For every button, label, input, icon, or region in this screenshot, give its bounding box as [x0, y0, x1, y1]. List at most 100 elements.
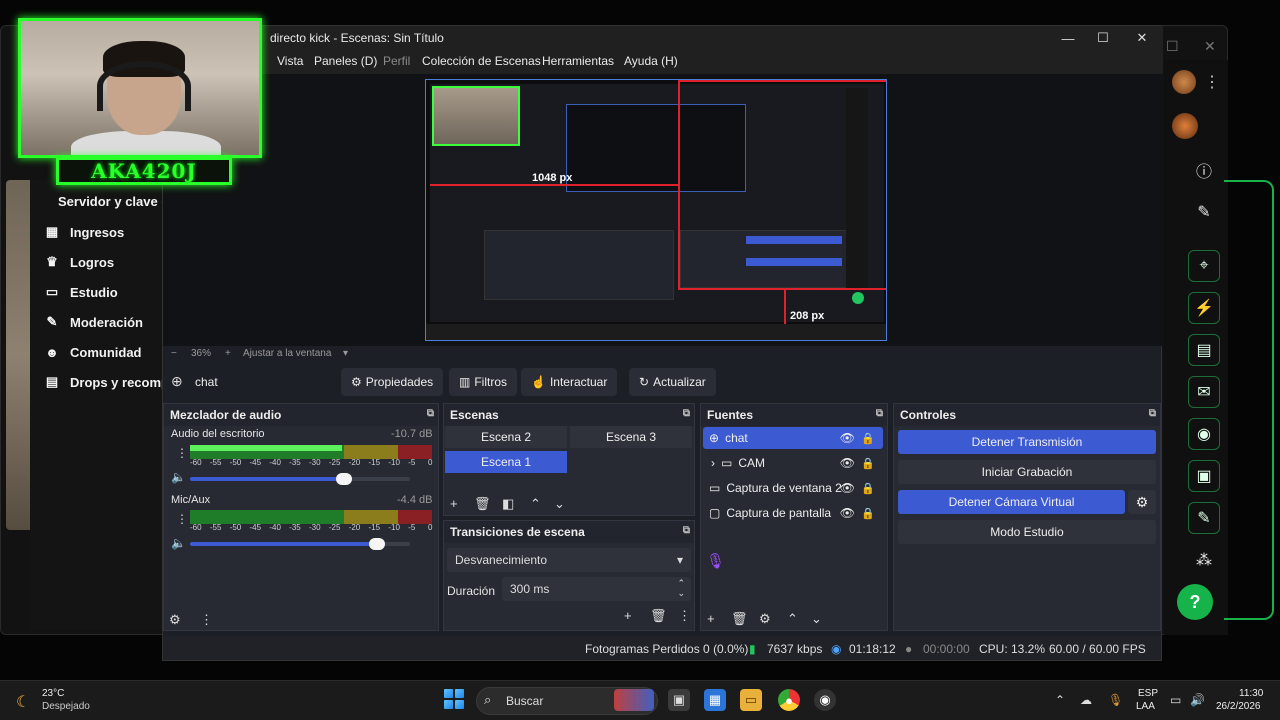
chevron-right-icon[interactable]: ›: [711, 456, 715, 470]
visibility-icon[interactable]: 👁: [840, 431, 855, 445]
language-indicator[interactable]: ESP: [1138, 688, 1158, 699]
scene-item[interactable]: Escena 3: [570, 426, 692, 448]
trash-icon[interactable]: 🗑: [474, 496, 491, 512]
volume-icon[interactable]: 🔈: [171, 470, 186, 484]
sidebar-item-drops[interactable]: ▤ Drops y recomp: [44, 374, 169, 390]
properties-button[interactable]: ⚙ Propiedades: [341, 368, 444, 396]
chrome-icon[interactable]: ●: [778, 689, 800, 711]
maximize-icon[interactable]: ☐: [1088, 29, 1118, 47]
duration-spinbox[interactable]: 300 ms ⌃ ⌄: [502, 577, 691, 601]
arrow-down-icon[interactable]: ⌄: [554, 496, 565, 512]
sidebar-item-logros[interactable]: ♛ Logros: [44, 254, 114, 270]
lock-icon[interactable]: 🔒: [861, 432, 875, 445]
close-icon[interactable]: ✕: [1127, 29, 1157, 47]
weather-description[interactable]: Despejado: [42, 701, 90, 712]
add-icon[interactable]: +: [707, 611, 715, 626]
zoom-in-icon[interactable]: +: [225, 348, 231, 359]
more-icon[interactable]: ⋮: [176, 446, 188, 460]
fit-window-select[interactable]: Ajustar a la ventana: [243, 348, 331, 359]
virtual-camera-settings-icon[interactable]: ⚙: [1128, 490, 1156, 514]
add-icon[interactable]: +: [624, 608, 632, 623]
cloud-icon[interactable]: ☁: [1080, 693, 1092, 707]
keyboard-layout[interactable]: LAA: [1136, 701, 1155, 712]
source-item-window-capture[interactable]: ▭ Captura de ventana 2 👁 🔒: [703, 477, 883, 499]
task-view-icon[interactable]: ▣: [668, 689, 690, 711]
transition-select[interactable]: Desvanecimiento ▾: [447, 548, 691, 572]
menu-vista[interactable]: Vista: [277, 54, 303, 68]
volume-icon[interactable]: 🔈: [171, 536, 186, 550]
arrow-up-icon[interactable]: ⌃: [530, 496, 541, 512]
broadcast-icon[interactable]: ◉: [1188, 418, 1220, 450]
volume-slider[interactable]: [190, 473, 410, 485]
close-icon[interactable]: ✕: [1204, 38, 1216, 55]
source-item-cam[interactable]: › ▭ CAM 👁 🔒: [703, 452, 883, 474]
more-icon[interactable]: ⋮: [200, 612, 213, 628]
filter-icon[interactable]: ◧: [502, 496, 514, 512]
windows-start-icon[interactable]: [444, 689, 464, 709]
add-icon[interactable]: +: [450, 496, 458, 511]
store-icon[interactable]: ▦: [704, 689, 726, 711]
avatar[interactable]: [1172, 70, 1196, 94]
sidebar-item-estudio[interactable]: ▭ Estudio: [44, 284, 118, 300]
zoom-out-icon[interactable]: −: [171, 348, 177, 359]
scene-item-active[interactable]: Escena 1: [445, 451, 567, 473]
slider-knob[interactable]: [336, 473, 352, 485]
advanced-audio-icon[interactable]: ⚙: [169, 612, 181, 628]
menu-ayuda[interactable]: Ayuda (H): [624, 54, 678, 68]
sidebar-item-comunidad[interactable]: ☻ Comunidad: [44, 344, 141, 360]
maximize-icon[interactable]: ☐: [1166, 38, 1179, 55]
stop-stream-button[interactable]: Detener Transmisión: [898, 430, 1156, 454]
popout-icon[interactable]: ⧉: [1149, 408, 1156, 419]
display-icon[interactable]: ▭: [1170, 693, 1181, 707]
menu-paneles[interactable]: Paneles (D): [314, 54, 377, 68]
speaker-icon[interactable]: 🔊: [1190, 693, 1205, 707]
more-icon[interactable]: ⋮: [176, 512, 188, 526]
folder-icon[interactable]: ▭: [740, 689, 762, 711]
moon-icon[interactable]: ☾: [16, 692, 30, 712]
lock-icon[interactable]: 🔒: [861, 457, 875, 470]
more-icon[interactable]: ⋮: [1204, 72, 1220, 92]
arrow-down-icon[interactable]: ⌄: [811, 611, 822, 627]
selection-box[interactable]: [678, 80, 886, 290]
menu-perfil[interactable]: Perfil: [383, 54, 410, 68]
lock-icon[interactable]: 🔒: [861, 482, 875, 495]
microphone-icon[interactable]: 🎙: [1108, 693, 1123, 707]
popout-icon[interactable]: ⧉: [683, 525, 690, 536]
slider-knob[interactable]: [369, 538, 385, 550]
volume-slider[interactable]: [190, 538, 410, 550]
support-icon[interactable]: ?: [1177, 584, 1213, 620]
avatar[interactable]: [1172, 113, 1198, 139]
chat-bubble-icon[interactable]: ✉: [1188, 376, 1220, 408]
visibility-icon[interactable]: 👁: [840, 481, 855, 495]
chevron-up-icon[interactable]: ⌃: [1055, 693, 1065, 707]
menu-coleccion[interactable]: Colección de Escenas: [422, 54, 541, 68]
refresh-button[interactable]: ↻ Actualizar: [629, 368, 716, 396]
weather-temperature[interactable]: 23°C: [42, 688, 64, 699]
obs-icon[interactable]: ◉: [814, 689, 836, 711]
source-item-screen-capture[interactable]: ▢ Captura de pantalla 👁 🔒: [703, 502, 883, 524]
trash-icon[interactable]: 🗑: [731, 611, 748, 627]
apps-icon[interactable]: ⁂: [1188, 544, 1220, 576]
clock-time[interactable]: 11:30: [1239, 688, 1263, 699]
popout-icon[interactable]: ⧉: [876, 408, 883, 419]
lock-icon[interactable]: 🔒: [861, 507, 875, 520]
wrench-icon[interactable]: ✎: [1188, 502, 1220, 534]
arrow-up-icon[interactable]: ⌃: [787, 611, 798, 627]
chevron-down-icon[interactable]: ▾: [343, 348, 348, 359]
visibility-icon[interactable]: 👁: [840, 506, 855, 520]
clock-date[interactable]: 26/2/2026: [1216, 701, 1261, 712]
source-item-chat[interactable]: ⊕ chat 👁 🔒: [703, 427, 883, 449]
trash-icon[interactable]: 🗑: [650, 608, 667, 624]
start-recording-button[interactable]: Iniciar Grabación: [898, 460, 1156, 484]
focus-icon[interactable]: ⌖: [1188, 250, 1220, 282]
visibility-icon[interactable]: 👁: [840, 456, 855, 470]
menu-herramientas[interactable]: Herramientas: [542, 54, 614, 68]
spinner-arrows-icon[interactable]: ⌃ ⌄: [677, 578, 685, 598]
popout-icon[interactable]: ⧉: [427, 408, 434, 419]
pencil-icon[interactable]: ✎: [1188, 196, 1220, 228]
lightning-icon[interactable]: ⚡: [1188, 292, 1220, 324]
gear-icon[interactable]: ⚙: [759, 611, 771, 627]
filters-button[interactable]: ▥ Filtros: [449, 368, 518, 396]
more-icon[interactable]: ⋮: [678, 608, 691, 624]
tv-icon[interactable]: ▣: [1188, 460, 1220, 492]
